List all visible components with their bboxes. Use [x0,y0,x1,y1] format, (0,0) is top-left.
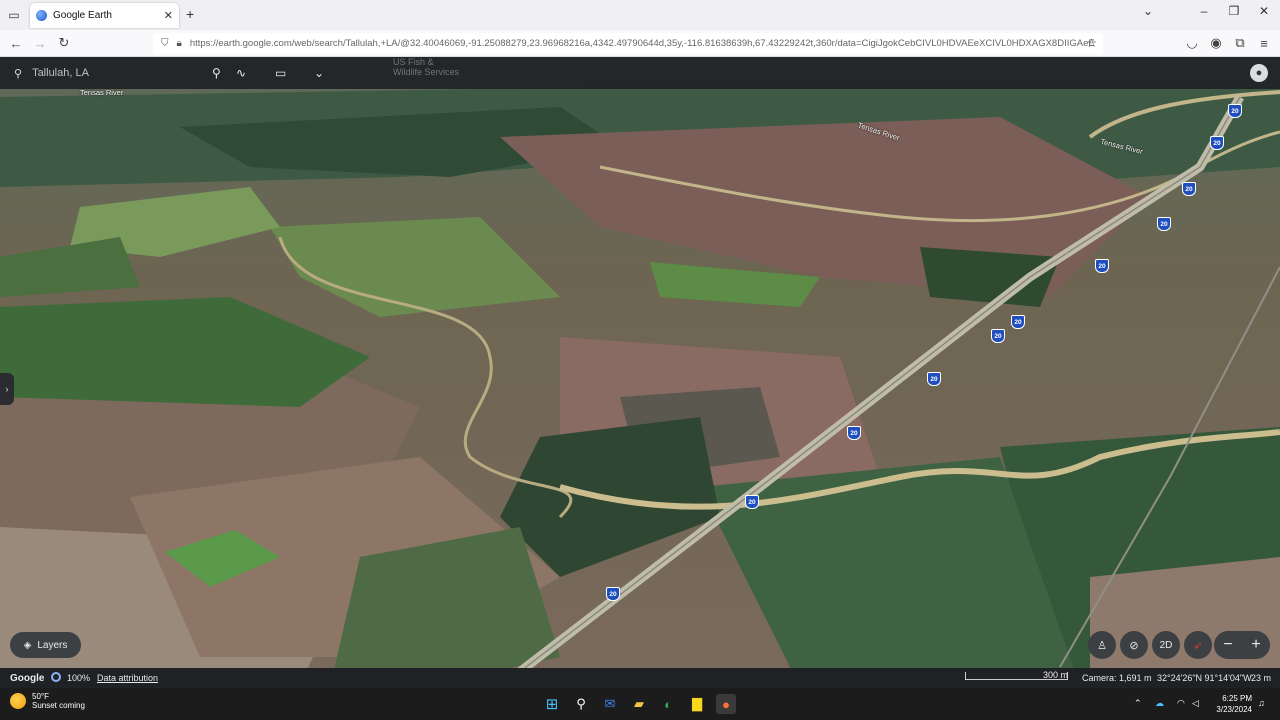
clock-date: 3/23/2024 [1216,705,1252,714]
pocket-icon[interactable]: ◡ [1182,34,1202,52]
view-2d-button[interactable]: 2D [1152,631,1180,659]
new-tab-button[interactable]: + [186,6,194,22]
account-icon[interactable]: ◉ [1206,34,1226,52]
notification-bell-icon[interactable]: ♫ [1258,698,1265,708]
list-all-tabs-icon[interactable]: ⌄ [1138,4,1158,18]
earth-toolbar: ⚲ Tallulah, LA ⚲ ∿ ▭ ⌄ US Fish & Wildlif… [0,57,1280,89]
search-taskbar-icon[interactable]: ⚲ [571,694,591,714]
load-percent: 100% [67,673,91,683]
tilt-toggle-icon[interactable]: ⊘ [1120,631,1148,659]
river-label: Tensas River [80,88,124,97]
weather-temp: 50°F [32,692,49,701]
restore-icon[interactable]: ❐ [1224,4,1244,18]
clock-time: 6:25 PM [1222,694,1252,703]
interstate-shield: 20 [606,587,620,601]
loading-ring-icon [51,672,61,682]
close-window-icon[interactable]: ✕ [1254,4,1274,18]
interstate-shield: 20 [991,329,1005,343]
path-icon[interactable]: ∿ [236,64,246,82]
google-earth-favicon-icon [36,10,47,21]
elevation: 23 m [1251,673,1272,683]
search-box[interactable]: ⚲ Tallulah, LA [8,61,198,85]
address-bar[interactable]: ⛉ 🔒︎ https://earth.google.com/web/search… [153,33,1103,54]
edge-icon[interactable]: ◐ [658,694,678,714]
weather-desc: Sunset coming [32,701,85,710]
search-text[interactable]: Tallulah, LA [32,67,89,79]
mail-icon[interactable]: ✉ [600,694,620,714]
interstate-shield: 20 [1182,182,1196,196]
account-avatar-icon[interactable]: ● [1250,64,1268,82]
tab-list-icon[interactable]: ▭ [4,6,24,24]
ruler-icon[interactable]: ▭ [275,64,286,82]
weather-widget[interactable]: 50°F Sunset coming [10,692,85,710]
forward-icon[interactable]: → [30,34,50,52]
weather-sun-icon [10,693,26,709]
scale-label: 300 m [1043,670,1069,680]
layers-label: Layers [37,639,68,651]
interstate-shield: 20 [1095,259,1109,273]
zoom-out-button[interactable]: − [1223,636,1232,654]
poi-label: US Fish & Wildlife Services [393,57,460,77]
camera-altitude: Camera: 1,691 m [1082,673,1152,683]
expand-panel-icon[interactable]: › [0,373,14,405]
back-icon[interactable]: ← [6,34,26,52]
close-tab-icon[interactable]: ✕ [164,9,173,22]
browser-tab-strip: ▭ Google Earth ✕ + ⌄ – ❐ ✕ [0,0,1280,30]
placemark-icon[interactable]: ⚲ [212,64,221,82]
interstate-shield: 20 [1210,136,1224,150]
tracking-shield-icon[interactable]: ⛉ [161,38,169,49]
tab-title: Google Earth [53,10,112,21]
interstate-shield: 20 [847,426,861,440]
start-icon[interactable]: ⊞ [542,694,562,714]
firefox-icon[interactable]: ● [716,694,736,714]
lock-icon[interactable]: 🔒︎ [177,38,182,49]
bookmark-star-icon[interactable]: ☆ [1086,36,1097,50]
url-text[interactable]: https://earth.google.com/web/search/Tall… [190,38,1095,49]
onedrive-icon[interactable]: ☁ [1155,698,1164,709]
extensions-icon[interactable]: ⧉ [1230,34,1250,52]
interstate-shield: 20 [1157,217,1171,231]
satellite-imagery[interactable] [0,57,1280,687]
reload-icon[interactable]: ↻ [54,34,74,52]
layers-icon: ◈ [23,639,32,651]
volume-icon[interactable]: ◁ [1192,698,1199,709]
interstate-shield: 20 [1011,315,1025,329]
zoom-control: − + [1214,631,1270,659]
layers-button[interactable]: ◈ Layers [10,632,81,658]
browser-nav-bar: ← → ↻ ⛉ 🔒︎ https://earth.google.com/web/… [0,30,1280,57]
earth-status-bar: Google 100% Data attribution 300 m Camer… [0,668,1280,688]
interstate-shield: 20 [745,495,759,509]
tab-google-earth[interactable]: Google Earth ✕ [30,3,179,28]
search-icon[interactable]: ⚲ [14,67,22,80]
system-clock[interactable]: 6:25 PM 3/23/2024 [1216,693,1252,715]
wifi-icon[interactable]: ◠ [1177,698,1185,709]
pegman-icon[interactable]: ♙ [1088,631,1116,659]
data-attribution-link[interactable]: Data attribution [97,673,158,683]
chevron-down-icon[interactable]: ⌄ [314,64,324,82]
file-explorer-icon[interactable]: ▰ [629,694,649,714]
windows-taskbar: 50°F Sunset coming ⊞ ⚲ ✉ ▰ ◐ ▇ ● ⌃ ☁ ◠ ◁… [0,688,1280,720]
show-hidden-icons[interactable]: ⌃ [1134,698,1142,709]
menu-icon[interactable]: ≡ [1254,34,1274,52]
interstate-shield: 20 [1228,104,1242,118]
compass-icon[interactable]: ➶ [1184,631,1212,659]
interstate-shield: 20 [927,372,941,386]
google-brand: Google [10,673,45,684]
zoom-in-button[interactable]: + [1251,636,1260,654]
sticky-notes-icon[interactable]: ▇ [687,694,707,714]
minimize-icon[interactable]: – [1194,4,1214,18]
earth-viewport[interactable]: ⚲ Tallulah, LA ⚲ ∿ ▭ ⌄ US Fish & Wildlif… [0,57,1280,687]
coordinates: 32°24'26"N 91°14'04"W [1157,673,1252,683]
